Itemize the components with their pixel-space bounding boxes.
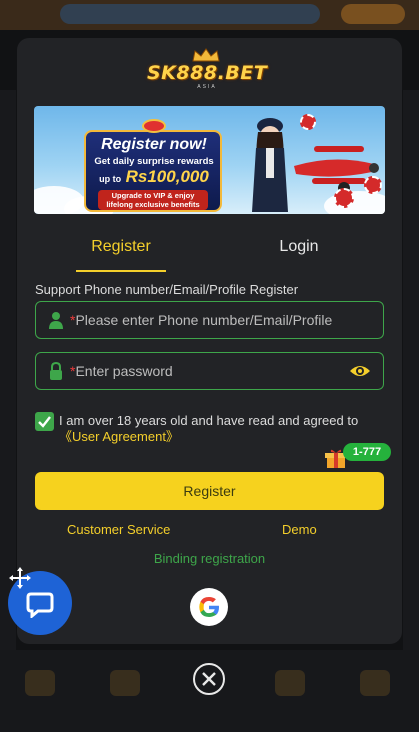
logo-subtext: ASIA [197,84,217,90]
tab-register[interactable]: Register [76,234,166,272]
vip-line-2: lifelong exclusive benefits [106,200,200,209]
background-tab-icon [360,670,390,696]
chat-icon [26,592,54,618]
google-icon [199,597,219,617]
agreement-statement: I am over 18 years old and have read and… [59,413,359,428]
phone-email-placeholder-text: Please enter Phone number/Email/Profile [75,312,333,328]
phone-email-field[interactable]: *Please enter Phone number/Email/Profile [35,301,384,339]
user-agreement-link[interactable]: 《User Agreement》 [59,429,179,444]
background-tab-icon [25,670,55,696]
background-top-bar [0,0,419,30]
logo-text: SK888.BET [147,62,268,84]
google-login-button[interactable] [190,588,228,626]
password-placeholder-text: Enter password [75,363,173,379]
auth-tabs: Register Login [34,234,385,274]
casino-chip-icon [334,188,354,208]
crown-icon [192,48,220,62]
promo-prefix: up to [99,174,122,184]
gift-badge: 1-777 [343,443,391,461]
register-modal: SK888.BET ASIA Register now! Get daily s… [17,38,402,644]
brand-logo: SK888.BET ASIA [147,48,268,90]
agreement-text: I am over 18 years old and have read and… [59,413,369,445]
background-button [341,4,405,24]
tab-login[interactable]: Login [254,234,344,272]
vip-line-1: Upgrade to VIP & enjoy [111,191,195,200]
binding-registration-link[interactable]: Binding registration [17,551,402,566]
close-icon [202,672,216,686]
vip-ribbon: Upgrade to VIP & enjoy lifelong exclusiv… [98,190,208,210]
close-modal-button[interactable] [193,663,225,695]
background-banner [60,4,320,24]
user-icon [49,312,63,329]
promo-subtitle: Get daily surprise rewards [94,156,214,167]
phone-email-placeholder: *Please enter Phone number/Email/Profile [70,312,332,328]
demo-link[interactable]: Demo [282,522,317,537]
promo-banner[interactable]: Register now! Get daily surprise rewards… [34,106,385,214]
eye-icon[interactable] [349,363,371,379]
wings-emblem-icon [142,119,166,133]
agree-checkbox[interactable] [35,412,54,431]
gift-promo[interactable]: 1-777 [323,443,393,471]
lock-icon [50,362,62,380]
password-field[interactable]: *Enter password [35,352,384,390]
casino-chip-icon [300,114,316,130]
casino-chip-icon [364,176,382,194]
customer-service-link[interactable]: Customer Service [67,522,170,537]
move-icon[interactable] [8,566,32,590]
promo-amount-line: up to Rs100,000 [92,167,216,187]
register-button[interactable]: Register [35,472,384,510]
password-placeholder: *Enter password [70,363,173,379]
support-label: Support Phone number/Email/Profile Regis… [35,282,299,297]
check-icon [38,416,51,428]
promo-amount: Rs100,000 [125,167,209,186]
promo-title: Register now! [101,136,207,153]
background-tab-icon [275,670,305,696]
background-tab-icon [110,670,140,696]
background-right [403,90,419,650]
